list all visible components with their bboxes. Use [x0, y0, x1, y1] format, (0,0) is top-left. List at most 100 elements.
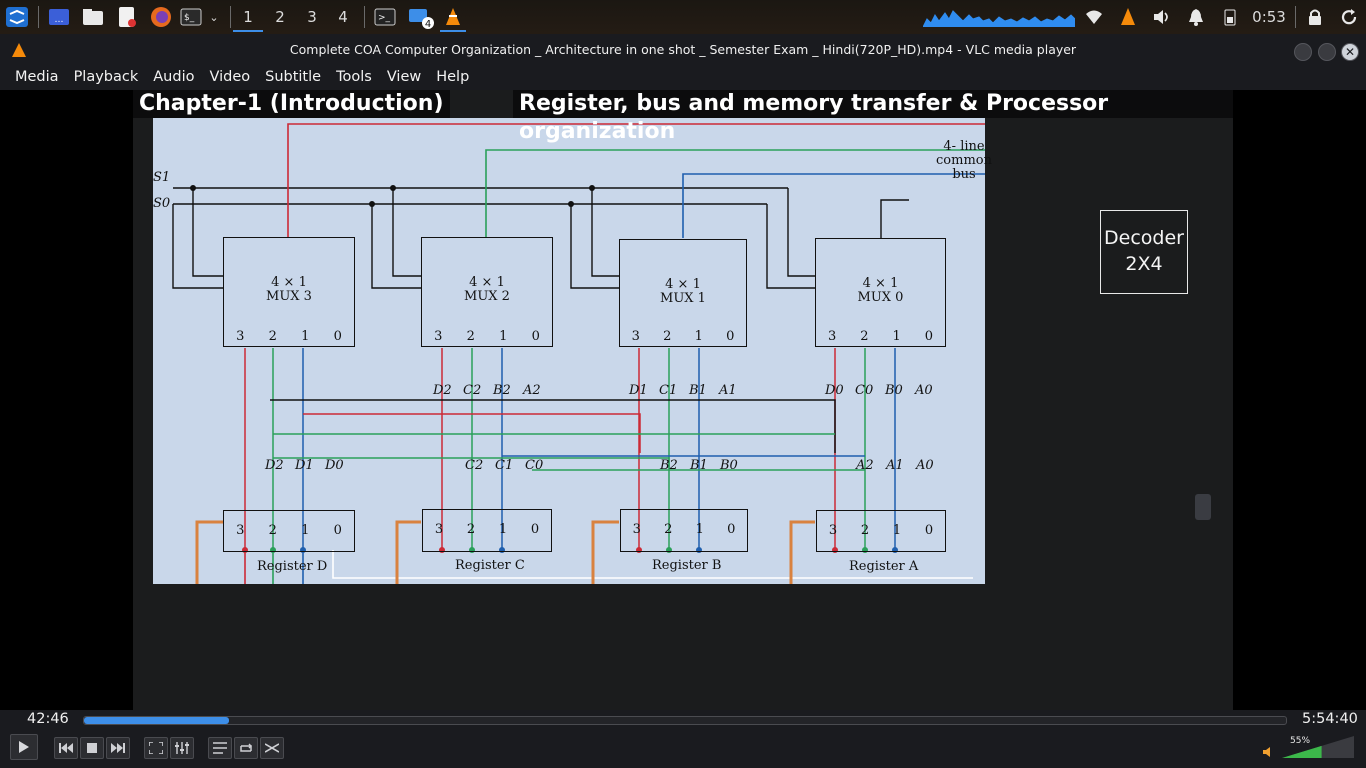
- reg-output-label: A2: [856, 458, 874, 473]
- volume-slider[interactable]: [1282, 736, 1354, 758]
- mux-2: 4 × 1 MUX 2 3 2 1 0: [421, 237, 553, 347]
- workspace-3[interactable]: 3: [297, 4, 327, 30]
- elapsed-time[interactable]: 42:46: [27, 711, 69, 727]
- mux-input-label: D1: [629, 383, 648, 398]
- mux-type-label: 4 × 1: [862, 276, 899, 291]
- chapter-caption: Chapter-1 (Introduction): [133, 90, 450, 118]
- mux-3: 4 × 1 MUX 3 3 2 1 0: [223, 237, 355, 347]
- stop-icon: [87, 743, 97, 753]
- seek-progress: [84, 717, 230, 724]
- mux-input-label: C1: [659, 383, 678, 398]
- files-badge: 4: [425, 19, 431, 29]
- port-label: 1: [301, 523, 310, 538]
- bus-label-line-1: 4- line: [943, 139, 985, 154]
- side-panel-toggle[interactable]: [1195, 494, 1211, 520]
- reg-output-label: A0: [916, 458, 934, 473]
- menu-subtitle[interactable]: Subtitle: [258, 66, 329, 90]
- menu-media[interactable]: Media: [0, 66, 66, 90]
- reg-output-label: C0: [525, 458, 544, 473]
- volume-icon[interactable]: [1150, 4, 1174, 30]
- mux-type-label: 4 × 1: [271, 275, 307, 290]
- window-title: Complete COA Computer Organization _ Arc…: [289, 42, 1077, 57]
- total-time[interactable]: 5:54:40: [1302, 711, 1358, 727]
- decoder-line-2: 2X4: [1125, 253, 1163, 275]
- terminal-icon[interactable]: $_: [179, 4, 203, 30]
- desktop-icon[interactable]: …: [46, 4, 72, 30]
- kde-app-menu-icon[interactable]: [2, 4, 32, 30]
- maximize-button[interactable]: [1318, 43, 1336, 61]
- reg-output-label: B0: [720, 458, 738, 473]
- bus-diagram: 4- line common bus S1 S0 4 × 1 MUX 3 3210…: [153, 118, 992, 584]
- files-icon[interactable]: 4: [406, 4, 436, 30]
- mux-input-label: D2: [433, 383, 452, 398]
- menu-video[interactable]: Video: [202, 66, 258, 90]
- shuffle-button[interactable]: [260, 737, 284, 759]
- workspace-1[interactable]: 1: [233, 4, 263, 32]
- file-manager-icon[interactable]: [80, 4, 106, 30]
- vlc-icon[interactable]: [440, 4, 466, 32]
- top-panel: … $_ ⌄ 1 2 3 4 >_ 4 0:53: [0, 0, 1366, 34]
- svg-text:>_: >_: [378, 13, 391, 23]
- mux-1: 4 × 1 MUX 1 3 2 1 0: [619, 239, 747, 347]
- port-label: 3: [827, 329, 837, 344]
- port-label: 2: [860, 523, 870, 538]
- minimize-button[interactable]: [1294, 43, 1312, 61]
- port-label: 2: [663, 329, 672, 344]
- vlc-tray-icon[interactable]: [1116, 4, 1140, 30]
- mux-input-label: A1: [719, 383, 737, 398]
- reg-output-label: C1: [495, 458, 514, 473]
- mux-input-label: B0: [885, 383, 903, 398]
- playlist-button[interactable]: [208, 737, 232, 759]
- lock-icon[interactable]: [1303, 4, 1327, 30]
- mux-input-label: B2: [493, 383, 511, 398]
- mux-input-label: A2: [523, 383, 541, 398]
- speaker-icon: [1263, 747, 1270, 757]
- fullscreen-button[interactable]: [144, 737, 168, 759]
- bell-icon[interactable]: [1184, 4, 1208, 30]
- video-area[interactable]: 4- line common bus S1 S0 4 × 1 MUX 3 3210…: [0, 90, 1366, 710]
- firefox-icon[interactable]: [148, 4, 174, 30]
- stop-button[interactable]: [80, 737, 104, 759]
- play-button[interactable]: [10, 734, 38, 760]
- register-d: 3 2 1 0: [223, 510, 355, 552]
- refresh-icon[interactable]: [1336, 4, 1362, 30]
- menu-audio[interactable]: Audio: [146, 66, 202, 90]
- wifi-icon[interactable]: [1082, 4, 1106, 30]
- port-label: 2: [860, 329, 869, 344]
- port-label: 3: [632, 522, 641, 537]
- extended-settings-button[interactable]: [170, 737, 194, 759]
- menu-help[interactable]: Help: [429, 66, 477, 90]
- chevron-down-icon[interactable]: ⌄: [205, 4, 223, 30]
- port-label: 3: [434, 329, 443, 344]
- terminal-icon[interactable]: >_: [372, 4, 398, 30]
- fullscreen-icon: [149, 742, 163, 754]
- shuffle-icon: [265, 743, 279, 753]
- mux-0: 4 × 1 MUX 0 3 2 1 0: [815, 238, 946, 347]
- title-bar: Complete COA Computer Organization _ Arc…: [0, 34, 1366, 66]
- seek-bar[interactable]: [83, 716, 1287, 725]
- port-label: 1: [499, 329, 508, 344]
- clock[interactable]: 0:53: [1248, 4, 1290, 30]
- workspace-2[interactable]: 2: [265, 4, 295, 30]
- port-label: 0: [531, 329, 540, 344]
- reg-output-label: A1: [886, 458, 904, 473]
- port-label: 3: [631, 329, 640, 344]
- port-label: 1: [695, 522, 704, 537]
- loop-button[interactable]: [234, 737, 258, 759]
- playback-controls: 42:46 5:54:40 55%: [0, 710, 1366, 768]
- port-label: 3: [434, 522, 444, 537]
- menu-view[interactable]: View: [379, 66, 428, 90]
- play-icon: [19, 741, 29, 753]
- next-button[interactable]: [106, 737, 130, 759]
- register-a-label: Register A: [849, 559, 919, 574]
- workspace-4[interactable]: 4: [328, 4, 358, 30]
- previous-button[interactable]: [54, 737, 78, 759]
- close-button[interactable]: ✕: [1341, 43, 1359, 61]
- menu-playback[interactable]: Playback: [66, 66, 146, 90]
- mux-input-label: A0: [915, 383, 933, 398]
- menu-tools[interactable]: Tools: [329, 66, 380, 90]
- workspace-label: 1: [243, 8, 253, 26]
- text-editor-icon[interactable]: [114, 4, 140, 30]
- skip-forward-icon: [111, 743, 125, 753]
- port-label: 2: [466, 329, 475, 344]
